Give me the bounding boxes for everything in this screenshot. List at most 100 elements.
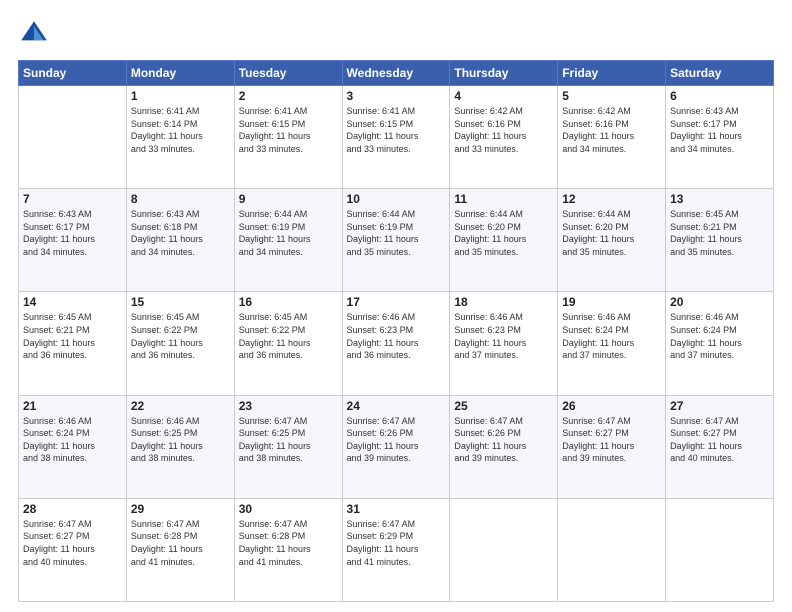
day-info: Sunrise: 6:41 AM Sunset: 6:15 PM Dayligh… xyxy=(347,105,446,155)
calendar-cell xyxy=(666,498,774,601)
calendar-cell: 7Sunrise: 6:43 AM Sunset: 6:17 PM Daylig… xyxy=(19,189,127,292)
calendar-cell xyxy=(558,498,666,601)
weekday-header: Friday xyxy=(558,61,666,86)
day-info: Sunrise: 6:47 AM Sunset: 6:26 PM Dayligh… xyxy=(347,415,446,465)
calendar-cell: 4Sunrise: 6:42 AM Sunset: 6:16 PM Daylig… xyxy=(450,86,558,189)
calendar-cell: 6 Sunrise: 6:43 AM Sunset: 6:17 PM Daylig… xyxy=(666,86,774,189)
day-info: Sunrise: 6:46 AM Sunset: 6:24 PM Dayligh… xyxy=(23,415,122,465)
day-number: 11 xyxy=(454,192,553,206)
day-info: Sunrise: 6:46 AM Sunset: 6:24 PM Dayligh… xyxy=(670,311,769,361)
calendar-cell: 14 Sunrise: 6:45 AM Sunset: 6:21 PM Dayli… xyxy=(19,292,127,395)
calendar-cell: 27 Sunrise: 6:47 AM Sunset: 6:27 PM Dayli… xyxy=(666,395,774,498)
day-number: 23 xyxy=(239,399,338,413)
calendar-cell: 19 Sunrise: 6:46 AM Sunset: 6:24 PM Dayli… xyxy=(558,292,666,395)
day-info: Sunrise: 6:41 AM Sunset: 6:15 PM Dayligh… xyxy=(239,105,338,155)
day-info: Sunrise: 6:46 AM Sunset: 6:25 PM Dayligh… xyxy=(131,415,230,465)
day-info: Sunrise: 6:47 AM Sunset: 6:27 PM Dayligh… xyxy=(562,415,661,465)
day-info: Sunrise: 6:46 AM Sunset: 6:24 PM Dayligh… xyxy=(562,311,661,361)
day-info: Sunrise: 6:45 AM Sunset: 6:21 PM Dayligh… xyxy=(23,311,122,361)
calendar-cell: 5 Sunrise: 6:42 AM Sunset: 6:16 PM Daylig… xyxy=(558,86,666,189)
day-info: Sunrise: 6:47 AM Sunset: 6:29 PM Dayligh… xyxy=(347,518,446,568)
calendar-cell xyxy=(19,86,127,189)
calendar-cell: 20 Sunrise: 6:46 AM Sunset: 6:24 PM Dayli… xyxy=(666,292,774,395)
calendar-table: SundayMondayTuesdayWednesdayThursdayFrid… xyxy=(18,60,774,602)
day-number: 20 xyxy=(670,295,769,309)
day-number: 25 xyxy=(454,399,553,413)
day-info: Sunrise: 6:44 AM Sunset: 6:20 PM Dayligh… xyxy=(454,208,553,258)
weekday-header: Wednesday xyxy=(342,61,450,86)
day-number: 24 xyxy=(347,399,446,413)
calendar-cell: 22 Sunrise: 6:46 AM Sunset: 6:25 PM Dayli… xyxy=(126,395,234,498)
day-number: 29 xyxy=(131,502,230,516)
calendar-cell: 16Sunrise: 6:45 AM Sunset: 6:22 PM Dayli… xyxy=(234,292,342,395)
day-info: Sunrise: 6:47 AM Sunset: 6:27 PM Dayligh… xyxy=(670,415,769,465)
calendar-cell: 17 Sunrise: 6:46 AM Sunset: 6:23 PM Dayli… xyxy=(342,292,450,395)
day-number: 18 xyxy=(454,295,553,309)
calendar-cell: 28Sunrise: 6:47 AM Sunset: 6:27 PM Dayli… xyxy=(19,498,127,601)
day-number: 17 xyxy=(347,295,446,309)
day-number: 21 xyxy=(23,399,122,413)
day-info: Sunrise: 6:47 AM Sunset: 6:28 PM Dayligh… xyxy=(131,518,230,568)
calendar-cell: 1Sunrise: 6:41 AM Sunset: 6:14 PM Daylig… xyxy=(126,86,234,189)
day-number: 2 xyxy=(239,89,338,103)
calendar-cell: 21 Sunrise: 6:46 AM Sunset: 6:24 PM Dayli… xyxy=(19,395,127,498)
weekday-header: Saturday xyxy=(666,61,774,86)
day-number: 15 xyxy=(131,295,230,309)
header xyxy=(18,18,774,50)
day-number: 9 xyxy=(239,192,338,206)
day-number: 13 xyxy=(670,192,769,206)
calendar-cell: 15Sunrise: 6:45 AM Sunset: 6:22 PM Dayli… xyxy=(126,292,234,395)
day-number: 1 xyxy=(131,89,230,103)
day-info: Sunrise: 6:47 AM Sunset: 6:25 PM Dayligh… xyxy=(239,415,338,465)
calendar-cell xyxy=(450,498,558,601)
day-number: 12 xyxy=(562,192,661,206)
weekday-header: Thursday xyxy=(450,61,558,86)
calendar-cell: 30Sunrise: 6:47 AM Sunset: 6:28 PM Dayli… xyxy=(234,498,342,601)
calendar-cell: 18 Sunrise: 6:46 AM Sunset: 6:23 PM Dayli… xyxy=(450,292,558,395)
weekday-header: Monday xyxy=(126,61,234,86)
day-number: 26 xyxy=(562,399,661,413)
logo xyxy=(18,18,54,50)
logo-icon xyxy=(18,18,50,50)
day-info: Sunrise: 6:44 AM Sunset: 6:19 PM Dayligh… xyxy=(347,208,446,258)
calendar-cell: 25 Sunrise: 6:47 AM Sunset: 6:26 PM Dayli… xyxy=(450,395,558,498)
calendar-cell: 26 Sunrise: 6:47 AM Sunset: 6:27 PM Dayli… xyxy=(558,395,666,498)
calendar-cell: 31 Sunrise: 6:47 AM Sunset: 6:29 PM Dayli… xyxy=(342,498,450,601)
day-number: 4 xyxy=(454,89,553,103)
calendar-cell: 10 Sunrise: 6:44 AM Sunset: 6:19 PM Dayli… xyxy=(342,189,450,292)
day-info: Sunrise: 6:45 AM Sunset: 6:21 PM Dayligh… xyxy=(670,208,769,258)
day-info: Sunrise: 6:47 AM Sunset: 6:26 PM Dayligh… xyxy=(454,415,553,465)
weekday-header: Sunday xyxy=(19,61,127,86)
day-number: 8 xyxy=(131,192,230,206)
day-info: Sunrise: 6:46 AM Sunset: 6:23 PM Dayligh… xyxy=(347,311,446,361)
day-number: 3 xyxy=(347,89,446,103)
calendar-cell: 2 Sunrise: 6:41 AM Sunset: 6:15 PM Daylig… xyxy=(234,86,342,189)
day-info: Sunrise: 6:44 AM Sunset: 6:19 PM Dayligh… xyxy=(239,208,338,258)
day-number: 19 xyxy=(562,295,661,309)
calendar-cell: 13 Sunrise: 6:45 AM Sunset: 6:21 PM Dayli… xyxy=(666,189,774,292)
day-info: Sunrise: 6:42 AM Sunset: 6:16 PM Dayligh… xyxy=(562,105,661,155)
day-info: Sunrise: 6:44 AM Sunset: 6:20 PM Dayligh… xyxy=(562,208,661,258)
calendar-cell: 11 Sunrise: 6:44 AM Sunset: 6:20 PM Dayli… xyxy=(450,189,558,292)
day-info: Sunrise: 6:47 AM Sunset: 6:28 PM Dayligh… xyxy=(239,518,338,568)
calendar-cell: 24 Sunrise: 6:47 AM Sunset: 6:26 PM Dayli… xyxy=(342,395,450,498)
day-number: 10 xyxy=(347,192,446,206)
day-number: 27 xyxy=(670,399,769,413)
calendar-cell: 12 Sunrise: 6:44 AM Sunset: 6:20 PM Dayli… xyxy=(558,189,666,292)
calendar-cell: 29 Sunrise: 6:47 AM Sunset: 6:28 PM Dayli… xyxy=(126,498,234,601)
day-number: 5 xyxy=(562,89,661,103)
day-number: 31 xyxy=(347,502,446,516)
day-number: 22 xyxy=(131,399,230,413)
day-number: 14 xyxy=(23,295,122,309)
day-info: Sunrise: 6:43 AM Sunset: 6:17 PM Dayligh… xyxy=(670,105,769,155)
day-number: 16 xyxy=(239,295,338,309)
calendar-cell: 9 Sunrise: 6:44 AM Sunset: 6:19 PM Daylig… xyxy=(234,189,342,292)
day-info: Sunrise: 6:47 AM Sunset: 6:27 PM Dayligh… xyxy=(23,518,122,568)
calendar-cell: 8Sunrise: 6:43 AM Sunset: 6:18 PM Daylig… xyxy=(126,189,234,292)
day-info: Sunrise: 6:46 AM Sunset: 6:23 PM Dayligh… xyxy=(454,311,553,361)
day-info: Sunrise: 6:43 AM Sunset: 6:17 PM Dayligh… xyxy=(23,208,122,258)
page: SundayMondayTuesdayWednesdayThursdayFrid… xyxy=(0,0,792,612)
calendar-cell: 3 Sunrise: 6:41 AM Sunset: 6:15 PM Daylig… xyxy=(342,86,450,189)
calendar-cell: 23 Sunrise: 6:47 AM Sunset: 6:25 PM Dayli… xyxy=(234,395,342,498)
day-number: 6 xyxy=(670,89,769,103)
